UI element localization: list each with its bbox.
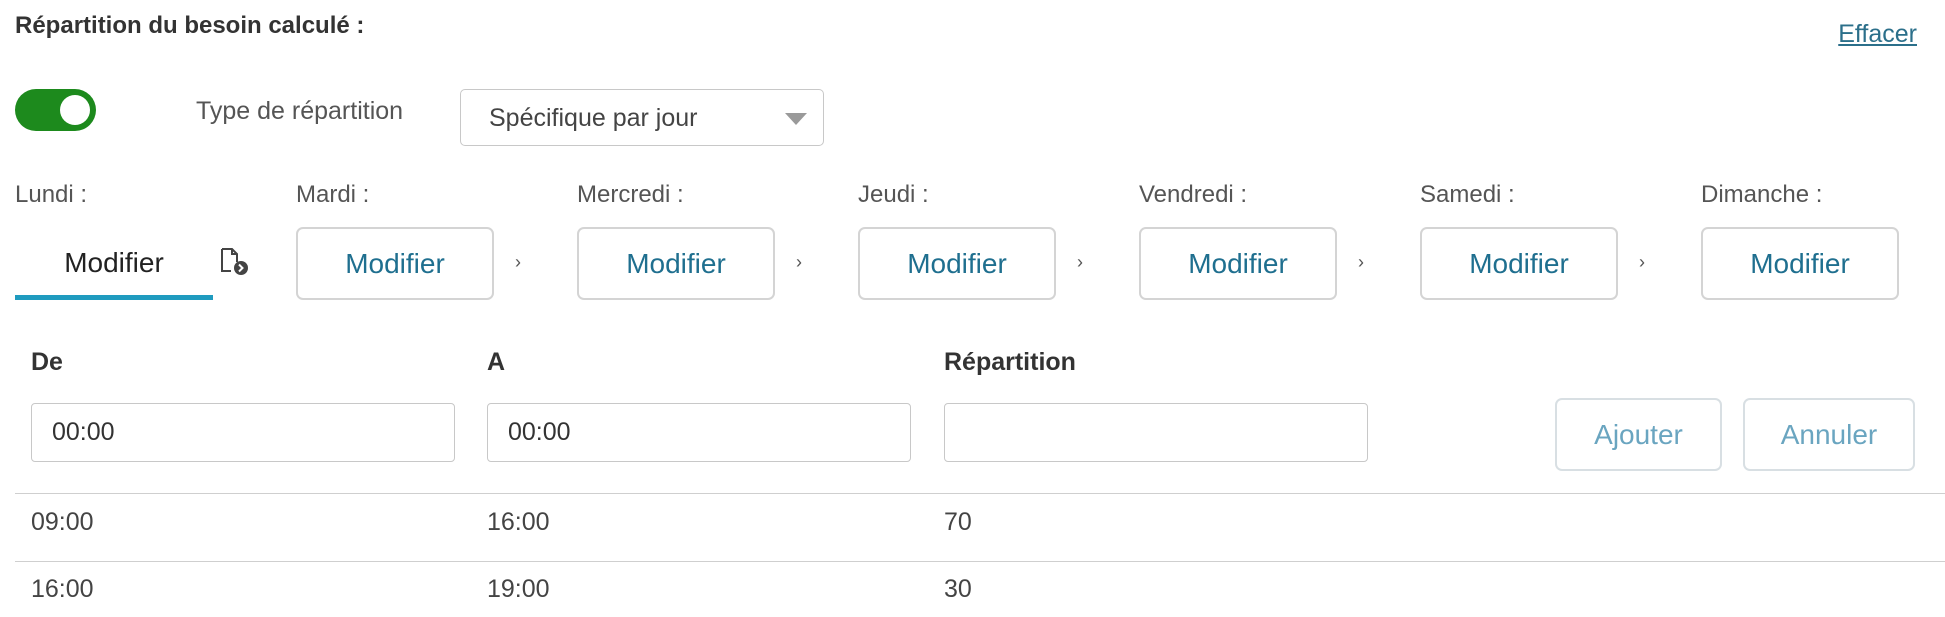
row-divider bbox=[15, 493, 1945, 494]
row-2-from: 16:00 bbox=[31, 575, 94, 603]
modify-button-thursday[interactable]: Modifier bbox=[858, 227, 1056, 300]
day-label-sunday: Dimanche : bbox=[1701, 181, 1823, 208]
clear-link[interactable]: Effacer bbox=[1838, 20, 1917, 49]
chevron-right-icon: › bbox=[515, 252, 521, 272]
toggle-knob bbox=[60, 95, 90, 125]
distribution-type-value: Spécifique par jour bbox=[489, 104, 698, 132]
row-1-from: 09:00 bbox=[31, 508, 94, 536]
day-label-wednesday: Mercredi : bbox=[577, 181, 684, 208]
row-2-to: 19:00 bbox=[487, 575, 550, 603]
day-label-thursday: Jeudi : bbox=[858, 181, 929, 208]
chevron-right-icon: › bbox=[1077, 252, 1083, 272]
column-header-from: De bbox=[31, 348, 63, 376]
row-divider bbox=[15, 561, 1945, 562]
distribution-type-label: Type de répartition bbox=[196, 97, 404, 125]
section-title: Répartition du besoin calculé : bbox=[15, 12, 365, 39]
day-label-monday: Lundi : bbox=[15, 181, 88, 208]
modify-button-monday[interactable]: Modifier bbox=[15, 227, 213, 300]
to-time-input[interactable] bbox=[487, 403, 911, 462]
column-header-split: Répartition bbox=[944, 348, 1076, 376]
copy-to-days-icon[interactable] bbox=[218, 247, 250, 277]
row-2-split: 30 bbox=[944, 575, 972, 603]
distribution-type-select[interactable]: Spécifique par jour bbox=[460, 89, 824, 146]
add-button[interactable]: Ajouter bbox=[1555, 398, 1722, 471]
chevron-down-icon bbox=[785, 113, 807, 125]
day-label-tuesday: Mardi : bbox=[296, 181, 370, 208]
chevron-right-icon: › bbox=[1639, 252, 1645, 272]
modify-button-sunday[interactable]: Modifier bbox=[1701, 227, 1899, 300]
column-header-to: A bbox=[487, 348, 506, 376]
day-label-friday: Vendredi : bbox=[1139, 181, 1248, 208]
distribution-toggle[interactable] bbox=[15, 89, 96, 131]
modify-button-saturday[interactable]: Modifier bbox=[1420, 227, 1618, 300]
from-time-input[interactable] bbox=[31, 403, 455, 462]
row-1-split: 70 bbox=[944, 508, 972, 536]
split-input[interactable] bbox=[944, 403, 1368, 462]
modify-button-tuesday[interactable]: Modifier bbox=[296, 227, 494, 300]
chevron-right-icon: › bbox=[1358, 252, 1364, 272]
day-label-saturday: Samedi : bbox=[1420, 181, 1515, 208]
row-1-to: 16:00 bbox=[487, 508, 550, 536]
modify-button-friday[interactable]: Modifier bbox=[1139, 227, 1337, 300]
cancel-button[interactable]: Annuler bbox=[1743, 398, 1915, 471]
chevron-right-icon: › bbox=[796, 252, 802, 272]
modify-button-wednesday[interactable]: Modifier bbox=[577, 227, 775, 300]
